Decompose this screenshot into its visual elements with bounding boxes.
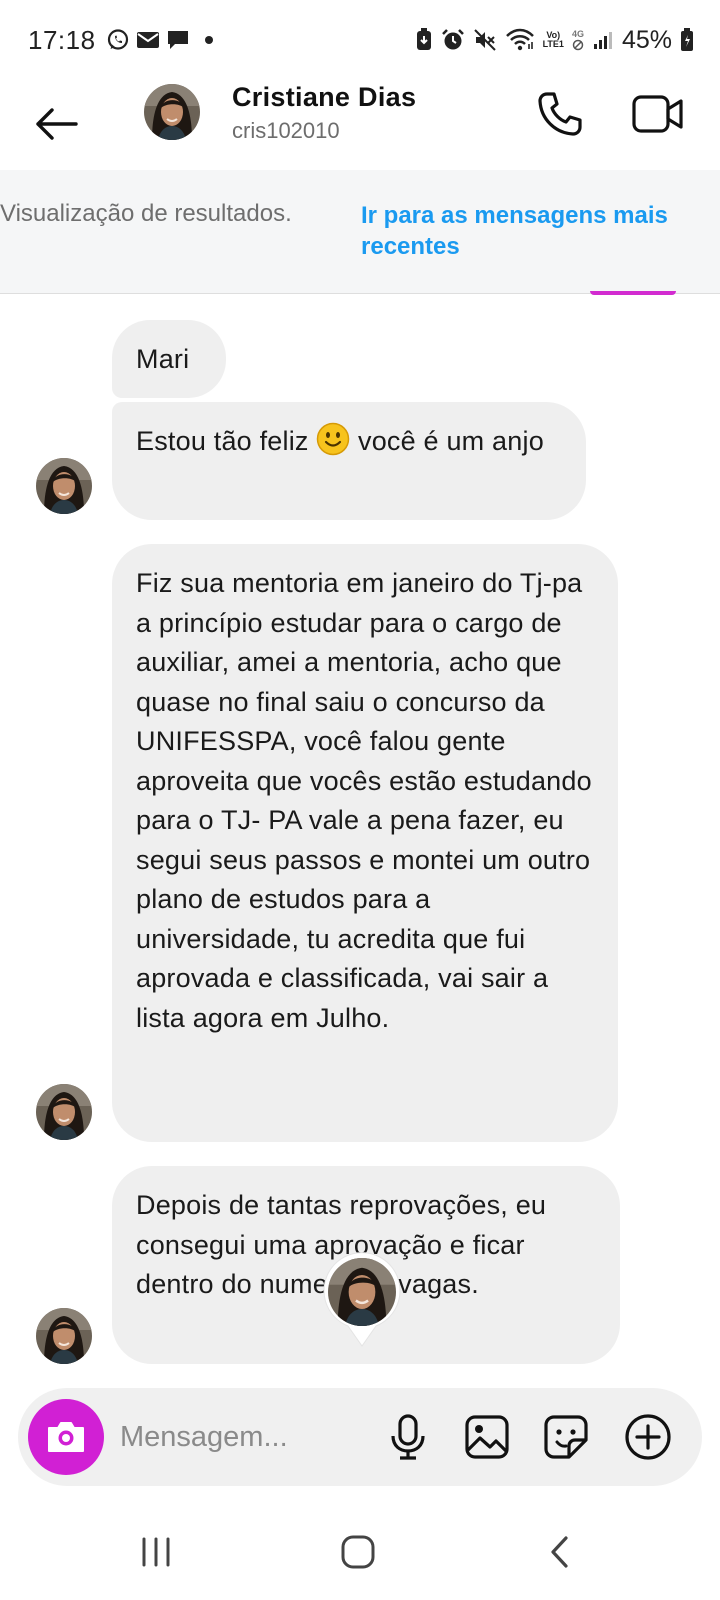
status-bar: 17:18 Vo) LTE1 4G 45% (0, 0, 720, 80)
message-bubble[interactable]: Estou tão feliz você é um anjo (112, 402, 586, 520)
battery-icon (680, 28, 694, 52)
recent-apps-icon (142, 1537, 170, 1567)
more-options-button[interactable] (622, 1411, 674, 1463)
jump-to-recent-link[interactable]: Ir para as mensagens mais recentes (361, 200, 717, 262)
results-preview-text: Visualização de resultados. (0, 200, 292, 227)
message-text: Fiz sua mentoria em janeiro do Tj-pa a p… (136, 568, 592, 1033)
microphone-icon (391, 1414, 425, 1460)
volte-icon: Vo) LTE1 (543, 31, 564, 49)
alarm-icon (441, 28, 465, 52)
gallery-icon (465, 1415, 509, 1459)
sender-avatar[interactable] (36, 1084, 92, 1140)
dot-icon (204, 35, 214, 45)
message-text: você é um anjo (358, 426, 544, 456)
mail-icon (136, 30, 160, 50)
phone-icon (538, 92, 582, 136)
plus-circle-icon (625, 1414, 671, 1460)
slightly-smiling-face-icon (317, 422, 350, 456)
sticker-button[interactable] (540, 1411, 592, 1463)
whatsapp-icon (106, 28, 130, 52)
wifi-icon (505, 28, 535, 52)
home-icon (341, 1535, 375, 1569)
back-nav-button[interactable] (530, 1530, 590, 1574)
status-left: 17:18 (28, 25, 214, 56)
volte-line2: LTE1 (542, 39, 564, 49)
message-text: Estou tão feliz (136, 426, 309, 456)
battery-saver-icon (415, 28, 433, 52)
sender-avatar[interactable] (36, 1308, 92, 1364)
contact-username[interactable]: cris102010 (232, 118, 340, 144)
back-button[interactable] (28, 96, 84, 152)
home-button[interactable] (328, 1530, 388, 1574)
sender-avatar[interactable] (36, 458, 92, 514)
message-bubble[interactable]: Fiz sua mentoria em janeiro do Tj-pa a p… (112, 544, 618, 1142)
seen-avatar-marker (322, 1252, 402, 1348)
status-time: 17:18 (28, 24, 96, 55)
search-results-banner: Visualização de resultados. Ir para as m… (0, 170, 720, 294)
video-camera-icon (632, 95, 683, 133)
mute-icon (473, 28, 497, 52)
microphone-button[interactable] (382, 1411, 434, 1463)
camera-icon (48, 1422, 84, 1452)
camera-button[interactable] (28, 1399, 104, 1475)
system-navigation-bar (0, 1500, 720, 1600)
gallery-button[interactable] (461, 1411, 513, 1463)
network-label: 4G (571, 28, 584, 39)
4g-icon: 4G (571, 28, 584, 51)
contact-avatar[interactable] (144, 84, 200, 140)
status-right: Vo) LTE1 4G 45% (415, 26, 694, 55)
outgoing-bubble-edge (590, 291, 676, 295)
message-composer (18, 1388, 702, 1486)
chevron-left-icon (551, 1536, 568, 1568)
voice-call-button[interactable] (532, 86, 588, 142)
recent-apps-button[interactable] (126, 1530, 186, 1574)
chat-header: Cristiane Dias cris102010 (0, 80, 720, 170)
video-call-button[interactable] (626, 86, 690, 142)
message-input[interactable] (120, 1410, 360, 1464)
contact-name[interactable]: Cristiane Dias (232, 82, 416, 113)
message-icon (166, 29, 190, 51)
signal-icon (592, 29, 614, 51)
message-bubble[interactable]: Mari (112, 320, 226, 398)
battery-percent: 45% (621, 25, 672, 54)
message-text: Mari (136, 344, 190, 374)
back-arrow-icon (36, 108, 78, 140)
sticker-icon (544, 1415, 588, 1459)
